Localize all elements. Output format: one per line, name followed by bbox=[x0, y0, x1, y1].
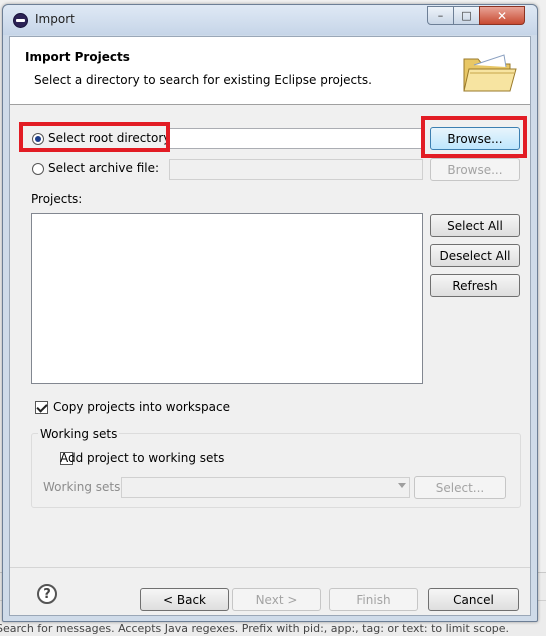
dialog-client-area: Import Projects Select a directory to se… bbox=[9, 36, 531, 616]
cancel-button[interactable]: Cancel bbox=[428, 588, 519, 611]
archive-file-input[interactable] bbox=[169, 159, 423, 180]
import-dialog: Import – □ ✕ Import Projects Select a di… bbox=[2, 4, 538, 622]
refresh-button[interactable]: Refresh bbox=[430, 274, 520, 297]
archive-file-radio[interactable] bbox=[32, 163, 44, 175]
wizard-header: Import Projects Select a directory to se… bbox=[10, 37, 530, 105]
working-sets-select-button[interactable]: Select... bbox=[414, 476, 506, 499]
maximize-button[interactable]: □ bbox=[453, 6, 480, 25]
next-button[interactable]: Next > bbox=[232, 588, 321, 611]
chevron-down-icon bbox=[398, 483, 406, 488]
eclipse-app-icon bbox=[13, 13, 28, 28]
deselect-all-button[interactable]: Deselect All bbox=[430, 244, 520, 267]
finish-button[interactable]: Finish bbox=[329, 588, 418, 611]
projects-label: Projects: bbox=[31, 192, 83, 206]
page-title: Import Projects bbox=[25, 50, 130, 64]
highlight-root-directory bbox=[19, 122, 170, 152]
page-description: Select a directory to search for existin… bbox=[34, 73, 372, 87]
open-folder-icon bbox=[463, 54, 517, 92]
select-all-button[interactable]: Select All bbox=[430, 214, 520, 237]
working-sets-group-label: Working sets bbox=[38, 427, 120, 441]
back-button[interactable]: < Back bbox=[140, 588, 229, 611]
archive-file-label[interactable]: Select archive file: bbox=[48, 161, 159, 175]
archive-browse-button[interactable]: Browse... bbox=[430, 158, 520, 181]
close-button[interactable]: ✕ bbox=[479, 6, 525, 25]
add-working-sets-label[interactable]: Add project to working sets bbox=[60, 451, 224, 465]
background-search-hint: Search for messages. Accepts Java regexe… bbox=[0, 622, 510, 635]
copy-projects-label[interactable]: Copy projects into workspace bbox=[53, 400, 230, 414]
projects-list[interactable] bbox=[31, 213, 423, 384]
working-sets-combo[interactable] bbox=[121, 477, 410, 498]
footer-divider bbox=[10, 567, 530, 568]
working-sets-field-label: Working sets: bbox=[43, 480, 125, 494]
root-directory-input[interactable] bbox=[169, 128, 423, 149]
help-icon[interactable]: ? bbox=[37, 584, 57, 604]
window-title: Import bbox=[35, 12, 75, 26]
minimize-button[interactable]: – bbox=[427, 6, 454, 25]
highlight-browse-button bbox=[421, 116, 527, 158]
title-bar[interactable]: Import – □ ✕ bbox=[3, 5, 537, 35]
copy-projects-checkbox[interactable] bbox=[35, 401, 48, 414]
